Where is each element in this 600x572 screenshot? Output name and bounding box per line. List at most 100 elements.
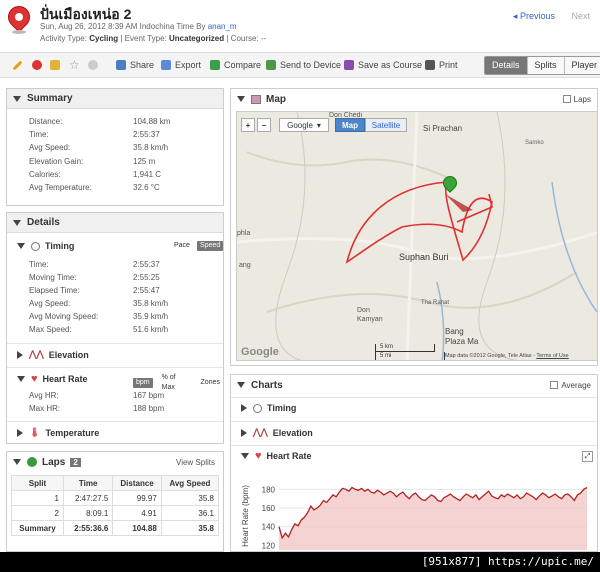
user-link[interactable]: anan_m — [208, 22, 237, 31]
previous-link[interactable]: ◂ Previous — [513, 11, 555, 21]
stat-value: 32.6 °C — [133, 183, 160, 192]
map-label-samko: Samko — [525, 140, 544, 146]
zoom-out-button[interactable]: − — [257, 118, 271, 132]
stat-value: 125 m — [133, 156, 156, 166]
course-value[interactable]: -- — [261, 34, 266, 43]
heart-rate-area — [279, 487, 587, 550]
laps-cell: 2:47:27.5 — [62, 490, 114, 506]
delete-icon[interactable] — [32, 58, 46, 72]
map-label-bang-plaza-ma: Bang Plaza Ma — [445, 327, 479, 346]
event-type-value[interactable]: Uncategorized — [169, 34, 224, 43]
laps-cell: 1 — [11, 490, 64, 506]
stat-label: Avg HR: — [29, 391, 59, 400]
pct-max-toggle[interactable]: % of Max — [159, 373, 192, 393]
compare-icon — [210, 60, 220, 70]
stat-value: 167 bpm — [133, 391, 165, 400]
watermark-bar: [951x877] https://upic.me/ — [0, 552, 600, 572]
timing-section-toggle[interactable]: Timing — [17, 241, 74, 251]
laps-cell: 104.88 — [112, 520, 162, 536]
stat-label: Avg Speed: — [29, 299, 71, 308]
clock-icon — [253, 403, 262, 413]
charts-panel: Charts Average Timing ⋀⋀ Elevation ♥ Hea… — [230, 374, 598, 552]
lock-icon[interactable] — [50, 58, 64, 72]
send-to-device-button[interactable]: Send to Device — [266, 58, 341, 72]
table-row[interactable]: 2 8:09.1 4.91 36.1 — [11, 505, 220, 521]
laps-summary-row[interactable]: Summary 2:55:36.6 104.88 35.8 — [11, 520, 220, 536]
stat-label: Time: — [29, 130, 49, 140]
clock-icon — [31, 241, 40, 251]
stat-label: Max Speed: — [29, 325, 72, 334]
summary-header[interactable]: Summary — [7, 89, 223, 109]
edit-icon[interactable] — [12, 58, 23, 72]
favorite-star-icon[interactable]: ☆ — [69, 58, 80, 72]
tab-splits[interactable]: Splits — [526, 57, 564, 74]
elevation-section-toggle[interactable]: ⋀⋀ Elevation — [17, 349, 89, 360]
compare-button[interactable]: Compare — [210, 58, 261, 72]
stat-label: Max HR: — [29, 404, 61, 413]
laps-column-header[interactable]: Split — [11, 475, 64, 491]
laps-header[interactable]: Laps 2 View Splits — [7, 452, 223, 472]
zones-toggle[interactable]: Zones — [198, 378, 223, 388]
elevation-icon: ⋀⋀ — [29, 349, 44, 359]
tab-player[interactable]: Player — [563, 57, 600, 74]
heart-rate-section-toggle[interactable]: ♥ Heart Rate — [17, 373, 88, 385]
laps-table: Split Time Distance Avg Speed 1 2:47:27.5 99.… — [11, 475, 220, 536]
activity-toolbar: ☆ Share Export Compare Send to Device Sa… — [0, 52, 600, 78]
print-button[interactable]: Print — [425, 58, 458, 72]
laps-count-badge: 2 — [70, 457, 81, 467]
satellite-view-button[interactable]: Satellite — [365, 118, 407, 132]
laps-column-header[interactable]: Time — [62, 475, 114, 491]
stat-value: 35.8 km/h — [133, 299, 169, 308]
checkbox-icon — [562, 95, 571, 103]
activity-type-value[interactable]: Cycling — [89, 34, 118, 43]
laps-panel: Laps 2 View Splits Split Time Distance Avg … — [6, 451, 224, 552]
map-canvas[interactable]: + − Google ▾ Map Satellite Don Chedi Si P… — [236, 111, 598, 361]
laps-column-header[interactable]: Distance — [112, 475, 162, 491]
map-label-tha-rahat: Tha Rahat — [421, 300, 450, 306]
chart-heart-rate-toggle[interactable]: ♥ Heart Rate — [241, 450, 312, 462]
stat-label: Elevation Gain: — [29, 156, 84, 166]
export-button[interactable]: Export — [161, 58, 201, 72]
heart-rate-chart[interactable]: Heart Rate (bpm) 180 160 140 120 — [237, 476, 591, 550]
pace-toggle[interactable]: Pace — [171, 241, 193, 251]
speed-toggle[interactable]: Speed — [196, 241, 224, 251]
collapse-icon — [13, 219, 21, 226]
charts-header[interactable]: Charts Average — [231, 375, 597, 395]
chart-timing-toggle[interactable]: Timing — [241, 403, 296, 413]
stat-value: 51.6 km/h — [133, 325, 169, 334]
user-icon[interactable] — [88, 58, 102, 72]
map-header[interactable]: Map Laps — [231, 89, 597, 109]
bpm-toggle[interactable]: bpm — [133, 378, 153, 388]
export-icon — [161, 60, 171, 70]
average-checkbox[interactable]: Average — [550, 381, 591, 390]
map-scale-mi: 5 mi — [375, 352, 445, 360]
activity-pager: ◂ Previous Next — [513, 11, 590, 22]
zoom-in-button[interactable]: + — [241, 118, 255, 132]
laps-column-header[interactable]: Avg Speed — [160, 475, 220, 491]
terms-link[interactable]: Terms of Use — [536, 353, 568, 359]
table-row[interactable]: 1 2:47:27.5 99.97 35.8 — [11, 490, 220, 506]
laps-checkbox[interactable]: Laps — [562, 95, 591, 104]
map-scale-km: 5 km — [375, 344, 435, 352]
stat-value: 35.9 km/h — [133, 312, 169, 321]
heart-icon: ♥ — [255, 450, 262, 462]
laps-cell: 8:09.1 — [62, 505, 114, 521]
details-header[interactable]: Details — [7, 213, 223, 233]
next-link[interactable]: Next — [571, 11, 590, 21]
map-provider-select[interactable]: Google ▾ — [279, 118, 329, 132]
activity-header: ปั่นเมืองเหน่อ 2 Sun, Aug 26, 2012 8:39 … — [0, 0, 600, 50]
send-device-icon — [266, 60, 276, 70]
map-view-button[interactable]: Map — [335, 118, 365, 132]
temperature-section-toggle[interactable]: 🌡 Temperature — [17, 427, 99, 438]
stat-label: Moving Time: — [29, 273, 77, 282]
map-label-si-prachan: Si Prachan — [423, 124, 463, 133]
save-as-course-button[interactable]: Save as Course — [344, 58, 422, 72]
map-label-don-chedi: Don Chedi — [329, 112, 363, 119]
tab-details[interactable]: Details — [485, 57, 527, 74]
stat-label: Elapsed Time: — [29, 286, 80, 295]
share-button[interactable]: Share — [116, 58, 154, 72]
expand-chart-icon[interactable]: ⤢ — [582, 451, 593, 462]
view-splits-link[interactable]: View Splits — [176, 458, 215, 467]
chart-elevation-toggle[interactable]: ⋀⋀ Elevation — [241, 427, 313, 438]
share-icon — [116, 60, 126, 70]
